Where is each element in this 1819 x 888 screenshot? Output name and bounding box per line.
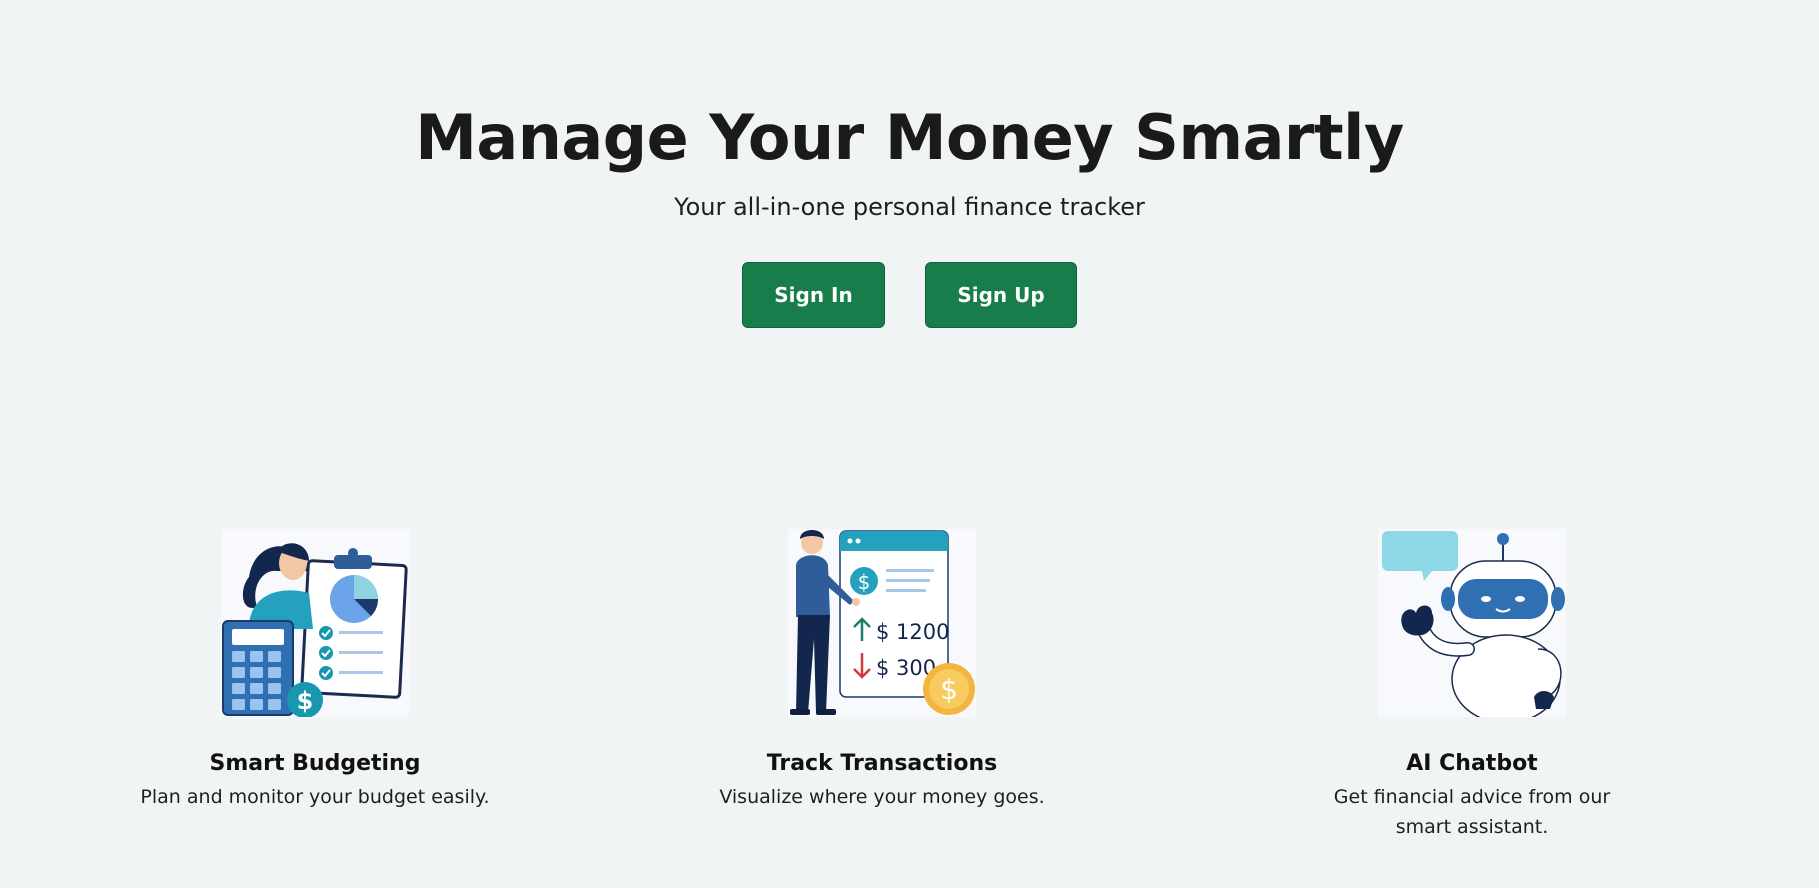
svg-text:$: $ bbox=[297, 687, 314, 715]
page-title: Manage Your Money Smartly bbox=[415, 101, 1404, 174]
robot-illustration bbox=[1378, 529, 1566, 717]
feature-description: Get financial advice from our smart assi… bbox=[1333, 786, 1611, 838]
feature-description: Plan and monitor your budget easily. bbox=[140, 786, 490, 808]
feature-title: Track Transactions bbox=[766, 751, 998, 776]
sign-in-button[interactable]: Sign In bbox=[742, 262, 885, 328]
feature-description: Visualize where your money goes. bbox=[719, 786, 1045, 808]
feature-title: Smart Budgeting bbox=[209, 751, 421, 776]
feature-card-transactions: $ $ 1200 $ 300 $ Track Transactions Visu… bbox=[692, 529, 1072, 812]
svg-text:$: $ bbox=[858, 570, 871, 594]
budget-illustration: $ bbox=[221, 529, 409, 717]
page-subtitle: Your all-in-one personal finance tracker bbox=[674, 193, 1145, 221]
feature-card-budgeting: $ Smart Budgeting Plan and monitor your … bbox=[125, 529, 505, 812]
amount-in-label: $ 1200 bbox=[876, 620, 949, 644]
feature-title: AI Chatbot bbox=[1406, 751, 1538, 776]
sign-up-button[interactable]: Sign Up bbox=[925, 262, 1077, 328]
feature-card-chatbot: AI Chatbot Get financial advice from our… bbox=[1282, 529, 1662, 842]
svg-text:$: $ bbox=[940, 673, 958, 706]
features-section: $ Smart Budgeting Plan and monitor your … bbox=[0, 529, 1819, 869]
auth-buttons: Sign In Sign Up bbox=[0, 262, 1819, 328]
transactions-illustration: $ $ 1200 $ 300 $ bbox=[788, 529, 976, 717]
